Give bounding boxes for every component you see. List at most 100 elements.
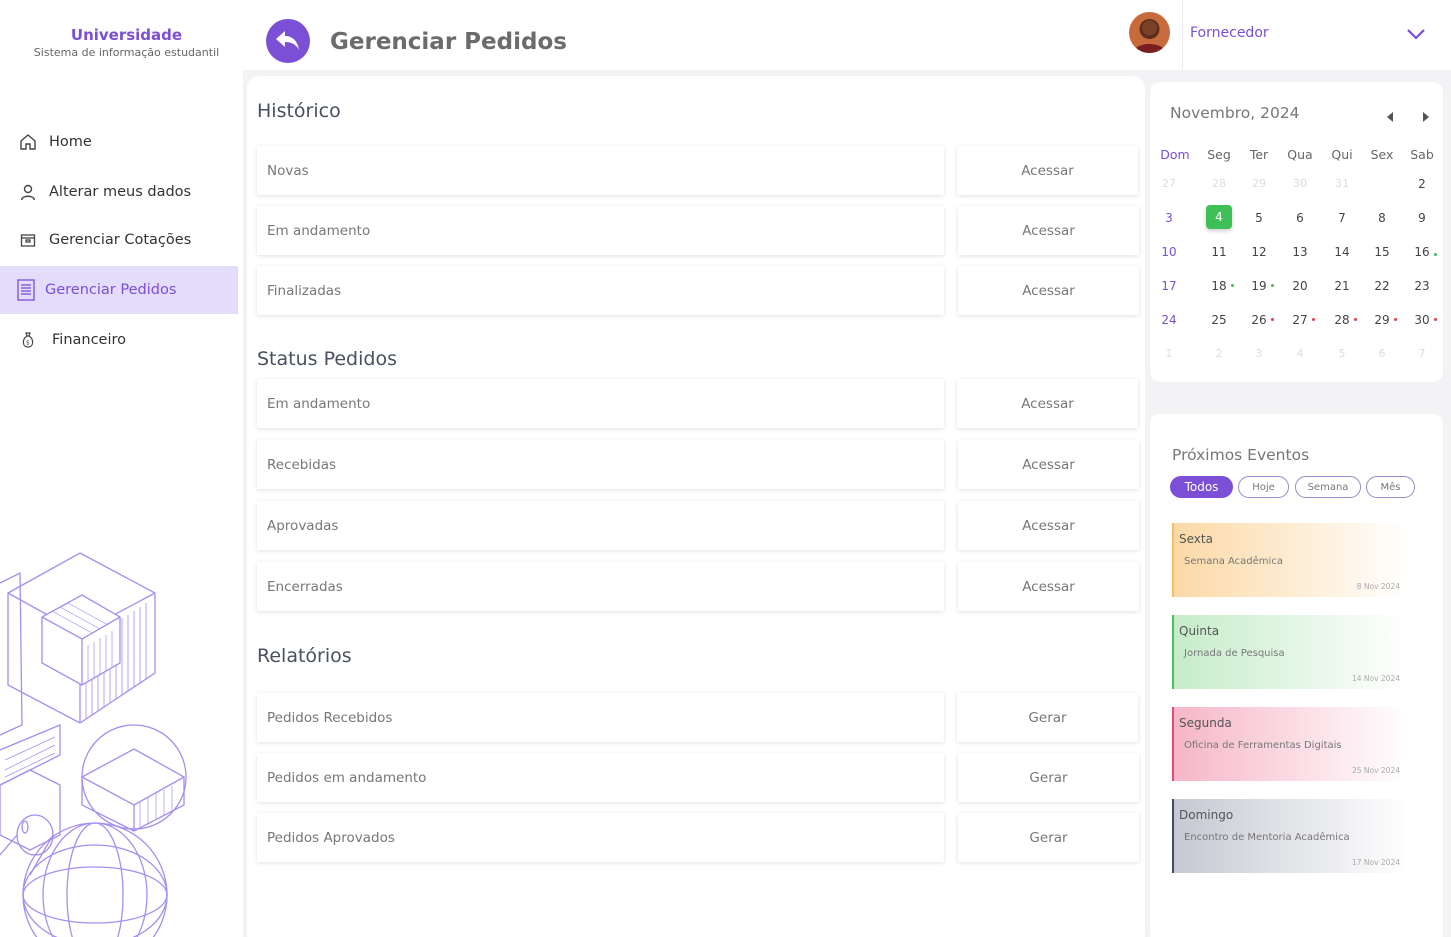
calendar-day[interactable]: 11 [1204, 245, 1234, 259]
calendar-day[interactable]: 8 [1367, 211, 1397, 225]
events-panel: Próximos Eventos Todos Hoje Semana Mês S… [1150, 414, 1443, 937]
event-day: Quinta [1179, 624, 1220, 638]
calendar-day[interactable]: 18 [1204, 279, 1234, 293]
filter-hoje[interactable]: Hoje [1238, 476, 1289, 498]
calendar-day[interactable]: 2 [1204, 347, 1234, 360]
reply-arrow-icon [276, 31, 299, 50]
chevron-down-icon[interactable] [1406, 26, 1426, 45]
calendar-day[interactable]: 6 [1367, 347, 1397, 360]
row-label: Pedidos Aprovados [257, 813, 944, 862]
calendar-day[interactable]: 2 [1407, 177, 1437, 191]
row-label: Aprovadas [257, 501, 944, 550]
prev-month-icon[interactable] [1385, 108, 1394, 127]
sidebar-item-financeiro[interactable]: $ Financeiro [0, 316, 238, 364]
calendar-day[interactable]: 10 [1154, 245, 1184, 259]
calendar-day[interactable]: 27 [1154, 177, 1184, 190]
event-date: 8 Nov 2024 [1356, 582, 1400, 591]
event-dot [1231, 284, 1234, 287]
sidebar: Universidade Sistema de informação estud… [0, 0, 243, 937]
main-panel: Histórico Novas Acessar Em andamento Ace… [247, 76, 1145, 937]
row-label: Pedidos Recebidos [257, 693, 944, 742]
avatar[interactable] [1129, 12, 1170, 53]
event-name: Oficina de Ferramentas Digitais [1184, 740, 1342, 751]
calendar-day[interactable]: 30 [1407, 313, 1437, 327]
calendar-day[interactable]: 26 [1244, 313, 1274, 327]
sidebar-item-gerenciar-cotacoes[interactable]: Gerenciar Cotações [0, 216, 238, 264]
event-dot [1434, 318, 1437, 321]
event-date: 25 Nov 2024 [1351, 766, 1400, 775]
filter-semana[interactable]: Semana [1295, 476, 1361, 498]
filter-mes[interactable]: Mês [1366, 476, 1415, 498]
calendar: Novembro, 2024 Dom Seg Ter Qua Qui Sex Sab 27 28… [1150, 82, 1443, 382]
calendar-day[interactable]: 7 [1327, 211, 1357, 225]
calendar-day[interactable]: 5 [1244, 211, 1274, 225]
event-day: Domingo [1179, 808, 1234, 822]
calendar-day[interactable]: 5 [1327, 347, 1357, 360]
calendar-weekday: Ter [1249, 147, 1269, 162]
calendar-day[interactable]: 13 [1285, 245, 1315, 259]
sidebar-item-label: Financeiro [52, 332, 127, 348]
svg-text:$: $ [26, 340, 30, 347]
calendar-day[interactable]: 15 [1367, 245, 1397, 259]
calendar-day[interactable]: 16 [1407, 245, 1437, 259]
decorative-illustration [0, 552, 187, 937]
calendar-day[interactable]: 28 [1204, 177, 1234, 190]
sidebar-item-gerenciar-pedidos[interactable]: Gerenciar Pedidos [0, 266, 238, 314]
calendar-day[interactable]: 29 [1367, 313, 1397, 327]
generate-button[interactable]: Gerar [958, 813, 1139, 862]
calendar-title: Novembro, 2024 [1170, 104, 1300, 122]
generate-button[interactable]: Gerar [958, 753, 1139, 802]
calendar-day[interactable]: 24 [1154, 313, 1184, 327]
row-label: Pedidos em andamento [257, 753, 944, 802]
sidebar-item-label: Gerenciar Cotações [49, 232, 192, 248]
calendar-day[interactable]: 4 [1285, 347, 1315, 360]
calendar-day[interactable]: 20 [1285, 279, 1315, 293]
calendar-day[interactable]: 1 [1154, 347, 1184, 360]
calendar-day[interactable]: 28 [1327, 313, 1357, 327]
calendar-day[interactable]: 21 [1327, 279, 1357, 293]
calendar-day[interactable]: 4 [1206, 205, 1232, 229]
calendar-day[interactable]: 6 [1285, 211, 1315, 225]
event-card[interactable]: Domingo Encontro de Mentoria Acadêmica 1… [1172, 799, 1408, 873]
sidebar-item-alterar-dados[interactable]: Alterar meus dados [0, 168, 238, 216]
calendar-day[interactable]: 31 [1327, 177, 1357, 190]
row-label: Em andamento [257, 379, 944, 428]
access-button[interactable]: Acessar [957, 379, 1138, 428]
calendar-day[interactable]: 7 [1407, 347, 1437, 360]
sidebar-item-home[interactable]: Home [0, 118, 238, 166]
calendar-day[interactable]: 23 [1407, 279, 1437, 293]
access-button[interactable]: Acessar [958, 266, 1139, 315]
generate-button[interactable]: Gerar [957, 693, 1138, 742]
calendar-day[interactable]: 14 [1327, 245, 1357, 259]
event-card[interactable]: Segunda Oficina de Ferramentas Digitais … [1172, 707, 1408, 781]
sidebar-item-label: Gerenciar Pedidos [45, 282, 177, 298]
access-button[interactable]: Acessar [958, 440, 1139, 489]
back-button[interactable] [266, 19, 310, 63]
event-day: Sexta [1179, 532, 1213, 546]
access-button[interactable]: Acessar [958, 562, 1139, 611]
calendar-day[interactable]: 27 [1285, 313, 1315, 327]
filter-todos[interactable]: Todos [1170, 476, 1233, 498]
calendar-day[interactable]: 29 [1244, 177, 1274, 190]
calendar-day[interactable]: 3 [1244, 347, 1274, 360]
next-month-icon[interactable] [1422, 108, 1431, 127]
calendar-weekday: Sab [1410, 147, 1434, 162]
event-dot [1354, 318, 1357, 321]
calendar-day[interactable]: 22 [1367, 279, 1397, 293]
calendar-day[interactable]: 17 [1154, 279, 1184, 293]
user-icon [18, 182, 38, 202]
calendar-day[interactable]: 9 [1407, 211, 1437, 225]
user-role[interactable]: Fornecedor [1190, 25, 1269, 41]
access-button[interactable]: Acessar [958, 501, 1139, 550]
access-button[interactable]: Acessar [958, 206, 1139, 255]
calendar-day[interactable]: 25 [1204, 313, 1234, 327]
event-card[interactable]: Sexta Semana Acadêmica 8 Nov 2024 [1172, 523, 1408, 597]
calendar-day[interactable]: 19 [1244, 279, 1274, 293]
calendar-day[interactable]: 3 [1154, 211, 1184, 225]
access-button[interactable]: Acessar [957, 146, 1138, 195]
calendar-day[interactable]: 12 [1244, 245, 1274, 259]
row-label: Em andamento [257, 206, 944, 255]
event-card[interactable]: Quinta Jornada de Pesquisa 14 Nov 2024 [1172, 615, 1408, 689]
calendar-day[interactable]: 30 [1285, 177, 1315, 190]
event-day: Segunda [1179, 716, 1232, 730]
